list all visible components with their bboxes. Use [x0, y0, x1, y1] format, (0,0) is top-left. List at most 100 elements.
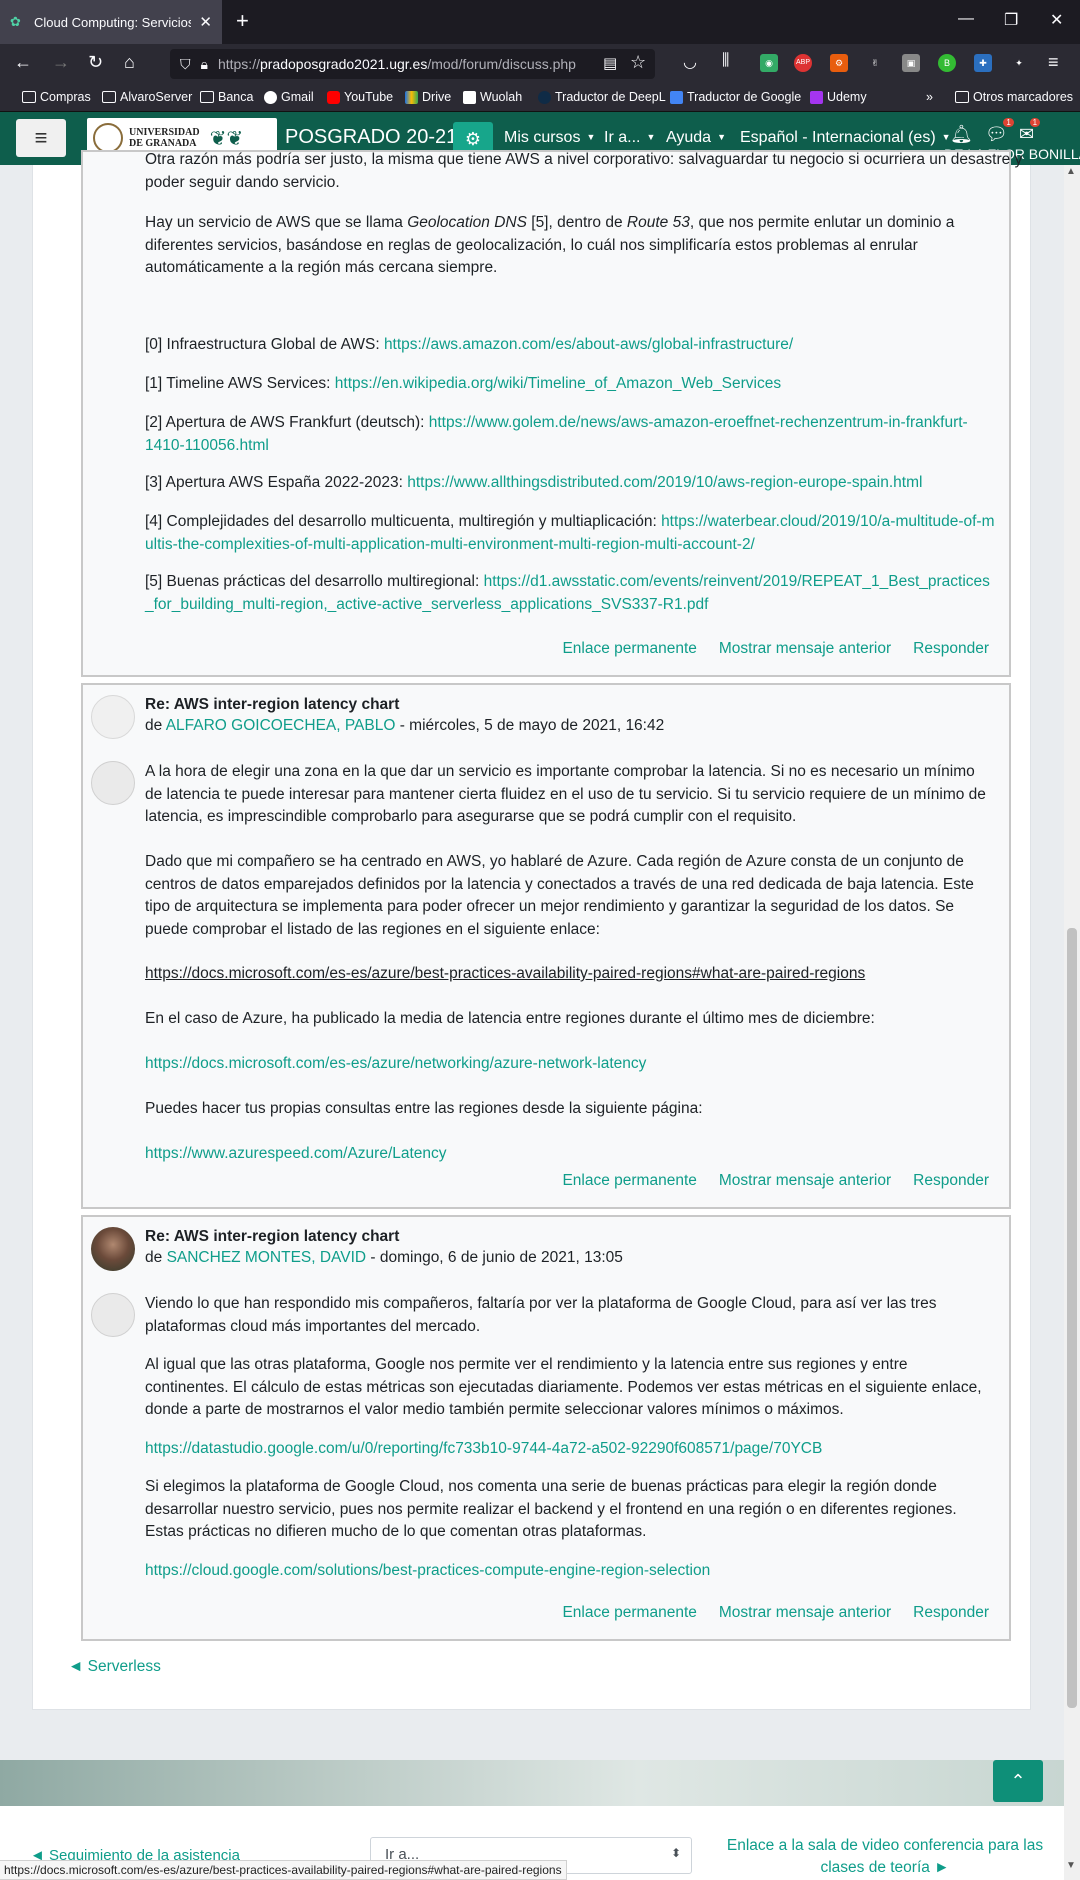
app-menu-icon[interactable]: ≡	[1048, 52, 1059, 73]
extension-icon[interactable]: ✚	[974, 54, 992, 72]
url-path: /mod/forum/discuss.php	[427, 56, 576, 72]
reference-item: [0] Infraestructura Global de AWS: https…	[145, 336, 794, 353]
post-text: Si elegimos la plataforma de Google Clou…	[145, 1478, 957, 1540]
browser-tab-bar: ✿ Cloud Computing: Servicios y A ✕ + — ❐…	[0, 0, 1080, 44]
user-avatar[interactable]	[91, 1227, 135, 1271]
drawer-toggle-button[interactable]: ≡	[16, 119, 66, 157]
show-parent-link[interactable]: Mostrar mensaje anterior	[719, 640, 891, 657]
url-bar[interactable]: ⛉ 🔒︎ https://pradoposgrado2021.ugr.es/mo…	[170, 49, 655, 79]
window-close-icon[interactable]: ✕	[1050, 10, 1063, 30]
google-icon	[264, 90, 277, 104]
reference-item: [3] Apertura AWS España 2022-2023: https…	[145, 474, 923, 491]
adblock-icon[interactable]: ABP	[794, 54, 812, 72]
author-link[interactable]: ALFARO GOICOECHEA, PABLO	[166, 717, 396, 734]
extension-icon[interactable]: ◉	[760, 54, 778, 72]
bookmark-link[interactable]: Wuolah	[463, 90, 522, 104]
bookmark-link[interactable]: YouTube	[327, 90, 393, 104]
forward-icon[interactable]: →	[52, 52, 70, 73]
next-activity-link[interactable]: Enlace a la sala de video conferencia pa…	[725, 1835, 1045, 1879]
post-text: Al igual que las otras plataforma, Googl…	[145, 1356, 982, 1418]
mail-count-badge: 1	[1029, 118, 1041, 127]
bookmark-link[interactable]: Traductor de DeepL	[538, 90, 666, 104]
permalink-link[interactable]: Enlace permanente	[562, 640, 696, 657]
extension-icon[interactable]: B	[938, 54, 956, 72]
bookmark-link[interactable]: Traductor de Google	[670, 90, 801, 104]
scroll-down-arrow-icon[interactable]: ▼	[1066, 1860, 1076, 1871]
paired-regions-link[interactable]: https://docs.microsoft.com/es-es/azure/b…	[145, 963, 995, 986]
folder-icon	[22, 91, 36, 103]
reply-link[interactable]: Responder	[913, 640, 989, 657]
post-text: Otra razón más podría ser justo, la mism…	[145, 151, 1023, 191]
browser-nav-bar: ← → ↻ ⌂ ⛉ 🔒︎ https://pradoposgrado2021.u…	[0, 44, 1080, 84]
messages-icon[interactable]: 💬︎ 1	[985, 118, 1014, 145]
user-avatar[interactable]	[91, 695, 135, 739]
post-title: Re: AWS inter-region latency chart	[145, 1228, 400, 1245]
close-tab-icon[interactable]: ✕	[199, 13, 212, 31]
scroll-up-arrow-icon[interactable]: ▲	[1066, 166, 1076, 177]
mail-icon[interactable]: ✉ 1	[1019, 118, 1041, 145]
network-latency-link[interactable]: https://docs.microsoft.com/es-es/azure/n…	[145, 1053, 995, 1076]
reference-link[interactable]: https://www.allthingsdistributed.com/201…	[407, 474, 922, 491]
hamburger-icon: ≡	[34, 125, 48, 150]
bookmark-link[interactable]: Gmail	[264, 90, 314, 104]
author-link[interactable]: SANCHEZ MONTES, DAVID	[167, 1249, 367, 1266]
reference-item: [4] Complejidades del desarrollo multicu…	[145, 513, 995, 553]
post-text: A la hora de elegir una zona en la que d…	[145, 763, 986, 825]
folder-icon	[200, 91, 214, 103]
permalink-link[interactable]: Enlace permanente	[562, 1604, 696, 1621]
gear-icon: ⚙	[464, 129, 482, 149]
home-icon[interactable]: ⌂	[124, 52, 135, 73]
datastudio-link[interactable]: https://datastudio.google.com/u/0/report…	[145, 1438, 995, 1461]
post-byline: de ALFARO GOICOECHEA, PABLO - miércoles,…	[145, 717, 665, 734]
extension-icon[interactable]: ✦	[1010, 54, 1028, 72]
reference-link[interactable]: https://en.wikipedia.org/wiki/Timeline_o…	[335, 375, 781, 392]
bookmark-link[interactable]: Drive	[405, 90, 451, 104]
bookmark-star-icon[interactable]: ☆	[630, 52, 646, 73]
reader-view-icon[interactable]: ▤	[603, 54, 617, 72]
extension-icon[interactable]: ▣	[902, 54, 920, 72]
notifications-bell-icon[interactable]: 🔔︎	[950, 124, 973, 145]
menu-ir-a[interactable]: Ir a... ▼	[604, 129, 655, 147]
other-bookmarks[interactable]: Otros marcadores	[955, 90, 1073, 104]
show-parent-link[interactable]: Mostrar mensaje anterior	[719, 1604, 891, 1621]
reference-link[interactable]: https://aws.amazon.com/es/about-aws/glob…	[384, 336, 793, 353]
bookmark-link[interactable]: Udemy	[810, 90, 867, 104]
site-name[interactable]: POSGRADO 20-21	[285, 126, 457, 149]
pocket-icon[interactable]: ◡	[683, 52, 697, 72]
new-tab-icon[interactable]: +	[236, 8, 249, 34]
best-practices-link[interactable]: https://cloud.google.com/solutions/best-…	[145, 1560, 995, 1583]
extension-icon[interactable]: ✌	[866, 54, 884, 72]
folder-icon	[102, 91, 116, 103]
menu-mis-cursos[interactable]: Mis cursos ▼	[504, 129, 595, 147]
bookmark-folder[interactable]: Banca	[200, 90, 253, 104]
shield-icon: ⛉	[180, 55, 191, 72]
minimize-icon[interactable]: —	[958, 10, 974, 28]
reload-icon[interactable]: ↻	[88, 52, 103, 73]
reply-link[interactable]: Responder	[913, 1172, 989, 1189]
scrollbar-thumb[interactable]	[1067, 928, 1077, 1708]
library-icon[interactable]: ⫼	[722, 52, 729, 70]
back-to-top-button[interactable]: ⌃	[993, 1760, 1043, 1802]
bookmark-folder[interactable]: AlvaroServer	[102, 90, 192, 104]
caret-down-icon: ▼	[717, 132, 726, 142]
wuolah-icon	[463, 90, 476, 104]
azurespeed-link[interactable]: https://www.azurespeed.com/Azure/Latency	[145, 1143, 995, 1166]
menu-ayuda[interactable]: Ayuda ▼	[666, 129, 726, 147]
bookmarks-bar: Compras AlvaroServer Banca Gmail YouTube…	[0, 84, 1080, 112]
post-actions: Enlace permanente Mostrar mensaje anterio…	[540, 1604, 989, 1622]
forum-post: Re: AWS inter-region latency chart de SA…	[81, 1215, 1011, 1641]
browser-tab[interactable]: ✿ Cloud Computing: Servicios y A ✕	[0, 0, 222, 44]
reply-link[interactable]: Responder	[913, 1604, 989, 1621]
post-byline: de SANCHEZ MONTES, DAVID - domingo, 6 de…	[145, 1249, 623, 1266]
bookmark-folder[interactable]: Compras	[22, 90, 91, 104]
show-parent-link[interactable]: Mostrar mensaje anterior	[719, 1172, 891, 1189]
permalink-link[interactable]: Enlace permanente	[562, 1172, 696, 1189]
menu-language[interactable]: Español - Internacional (es) ▼	[740, 129, 951, 147]
reference-item: [5] Buenas prácticas del desarrollo mult…	[145, 573, 990, 613]
extension-icon[interactable]: ⚙	[830, 54, 848, 72]
prev-discussion-link[interactable]: ◄ Serverless	[68, 1658, 161, 1676]
back-icon[interactable]: ←	[14, 52, 32, 73]
post-actions: Enlace permanente Mostrar mensaje anterio…	[540, 640, 989, 658]
restore-icon[interactable]: ❐	[1004, 10, 1018, 30]
bookmarks-overflow-icon[interactable]: »	[926, 90, 933, 104]
